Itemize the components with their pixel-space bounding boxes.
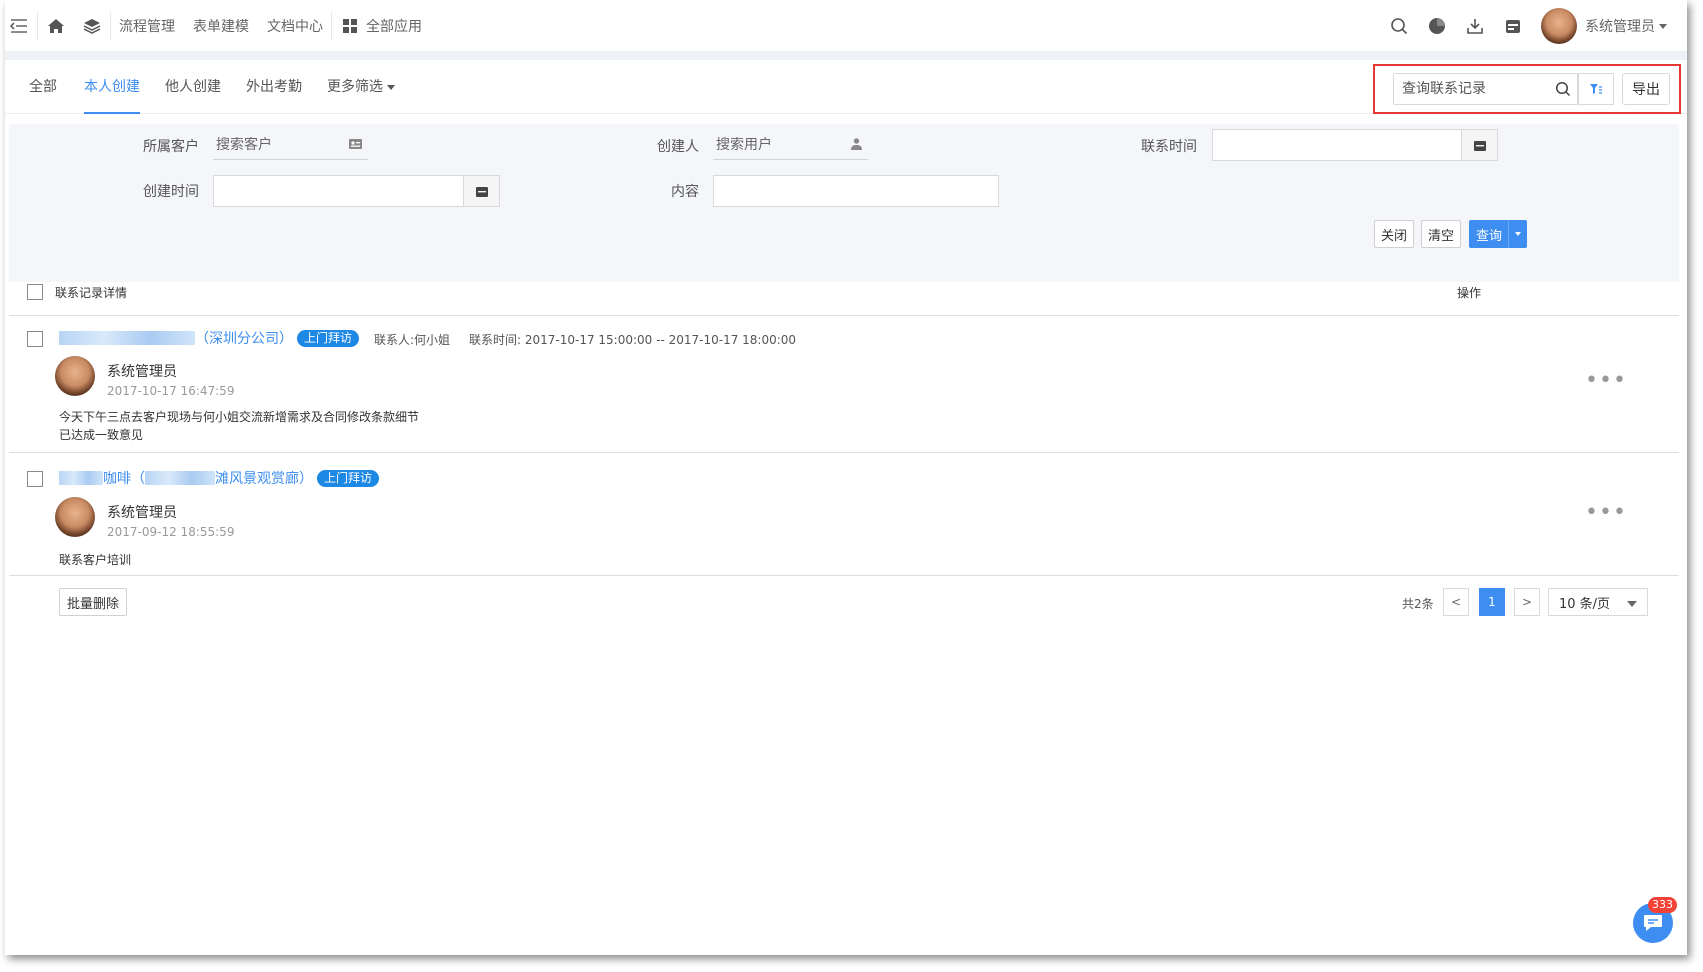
chevron-down-icon: [387, 84, 395, 90]
record-checkbox[interactable]: [27, 331, 43, 347]
user-menu[interactable]: 系统管理员: [1541, 8, 1667, 44]
close-filter-button[interactable]: 关闭: [1374, 220, 1414, 248]
creator-input[interactable]: [713, 136, 853, 153]
menu-toggle-icon[interactable]: [9, 16, 29, 36]
record-customer-name-part: 滩风景观赏廊）: [215, 471, 313, 487]
nav-divider-band: [5, 52, 1687, 60]
prev-page-button[interactable]: <: [1443, 588, 1469, 616]
clear-filter-button[interactable]: 清空: [1421, 220, 1461, 248]
customer-field: [213, 130, 368, 160]
chevron-down-icon: [1627, 601, 1637, 607]
record-content-line: 今天下午三点去客户现场与何小姐交流新增需求及合同修改条款细节: [59, 410, 420, 424]
list-header: 联系记录详情 操作: [9, 282, 1679, 316]
download-tray-icon[interactable]: [1465, 16, 1485, 36]
calendar-icon[interactable]: [1461, 130, 1497, 160]
tab-others[interactable]: 他人创建: [165, 60, 221, 114]
page-1-button[interactable]: 1: [1479, 588, 1505, 616]
row-divider: [9, 575, 1679, 576]
record-contact-person: 联系人:何小姐: [374, 333, 451, 347]
created-time-label: 创建时间: [143, 184, 199, 200]
nav-right-tools: 系统管理员: [1371, 0, 1667, 52]
record-customer-link[interactable]: （深圳分公司） 上门拜访: [59, 328, 360, 348]
customer-input[interactable]: [213, 136, 353, 153]
record-author: 系统管理员: [107, 505, 177, 521]
record-content: 今天下午三点去客户现场与何小姐交流新增需求及合同修改条款细节 已达成一致意见: [59, 408, 419, 444]
record-search-input[interactable]: [1394, 74, 1544, 104]
filter-panel: 所属客户 创建人 联系时间 创建时间 内容 关闭: [9, 124, 1679, 282]
author-avatar: [55, 356, 95, 396]
search-icon[interactable]: [1555, 81, 1571, 101]
query-dropdown-button[interactable]: [1508, 220, 1527, 248]
user-icon: [851, 138, 862, 154]
record-author: 系统管理员: [107, 364, 177, 380]
record-contact-time: 联系时间: 2017-10-17 15:00:00 -- 2017-10-17 …: [469, 333, 797, 347]
redacted-text: [59, 331, 195, 345]
query-button[interactable]: 查询: [1469, 220, 1509, 248]
record-search: [1393, 73, 1578, 105]
author-avatar: [55, 497, 95, 537]
filter-icon: [1590, 84, 1602, 94]
record-created-time: 2017-10-17 16:47:59: [107, 384, 235, 398]
chevron-down-icon: [1514, 232, 1521, 236]
record-customer-link[interactable]: 咖啡（ 滩风景观赏廊） 上门拜访: [59, 468, 380, 488]
nav-link-all-apps[interactable]: 全部应用: [366, 16, 422, 36]
total-count: 共2条: [1402, 597, 1434, 611]
row-divider: [9, 452, 1679, 453]
tab-mine[interactable]: 本人创建: [84, 60, 140, 114]
tab-attendance[interactable]: 外出考勤: [246, 60, 302, 114]
layers-icon[interactable]: [82, 16, 102, 36]
nav-link-workflow[interactable]: 流程管理: [119, 16, 175, 36]
content-field[interactable]: [713, 175, 999, 207]
apps-grid-icon[interactable]: [340, 16, 360, 36]
select-all-checkbox[interactable]: [27, 284, 43, 300]
user-name: 系统管理员: [1585, 19, 1655, 35]
calendar-icon[interactable]: [1503, 16, 1523, 36]
more-actions-icon[interactable]: •••: [1585, 502, 1627, 524]
record-customer-branch: （深圳分公司）: [195, 331, 293, 347]
contact-time-field[interactable]: [1212, 129, 1498, 161]
record-content-line: 已达成一致意见: [59, 428, 144, 442]
customer-label: 所属客户: [143, 139, 199, 155]
user-avatar: [1541, 8, 1577, 44]
contact-card-icon: [349, 138, 362, 153]
tab-more-filters[interactable]: 更多筛选: [327, 60, 395, 114]
chat-bubble-icon: [1644, 915, 1662, 931]
nav-link-documents[interactable]: 文档中心: [267, 16, 323, 36]
more-actions-icon[interactable]: •••: [1585, 370, 1627, 392]
page-size-value: 10 条/页: [1559, 596, 1611, 612]
redacted-text: [145, 471, 215, 485]
header-action: 操作: [1457, 286, 1482, 300]
calendar-icon[interactable]: [463, 176, 499, 206]
content-label: 内容: [671, 184, 699, 200]
pie-chart-icon[interactable]: [1427, 16, 1447, 36]
visit-type-tag: 上门拜访: [317, 470, 380, 487]
header-detail: 联系记录详情: [55, 286, 128, 300]
chat-unread-badge: 333: [1648, 897, 1677, 913]
advanced-filter-button[interactable]: [1578, 73, 1614, 105]
export-button[interactable]: 导出: [1622, 73, 1670, 105]
search-icon[interactable]: [1389, 16, 1409, 36]
visit-type-tag: 上门拜访: [297, 330, 360, 347]
app-window: 流程管理 表单建模 文档中心 全部应用 系统管理员 全部 本人创建 他人创建 外…: [5, 0, 1687, 955]
tab-all[interactable]: 全部: [29, 60, 57, 114]
home-icon[interactable]: [46, 16, 66, 36]
creator-label: 创建人: [657, 139, 699, 155]
created-time-field[interactable]: [213, 175, 500, 207]
record-customer-name-part: 咖啡（: [103, 471, 145, 487]
creator-field: [713, 130, 868, 160]
page-size-select[interactable]: 10 条/页: [1548, 588, 1648, 616]
top-nav: 流程管理 表单建模 文档中心 全部应用 系统管理员: [5, 0, 1687, 52]
record-content-line: 联系客户培训: [59, 553, 132, 567]
record-content: 联系客户培训: [59, 551, 131, 569]
record-created-time: 2017-09-12 18:55:59: [107, 525, 235, 539]
contact-time-label: 联系时间: [1141, 139, 1197, 155]
chevron-down-icon: [1659, 23, 1667, 29]
more-filters-label: 更多筛选: [327, 79, 383, 95]
next-page-button[interactable]: >: [1514, 588, 1540, 616]
nav-link-form-modeling[interactable]: 表单建模: [193, 16, 249, 36]
redacted-text: [59, 471, 103, 485]
record-checkbox[interactable]: [27, 471, 43, 487]
batch-delete-button[interactable]: 批量删除: [59, 588, 127, 616]
